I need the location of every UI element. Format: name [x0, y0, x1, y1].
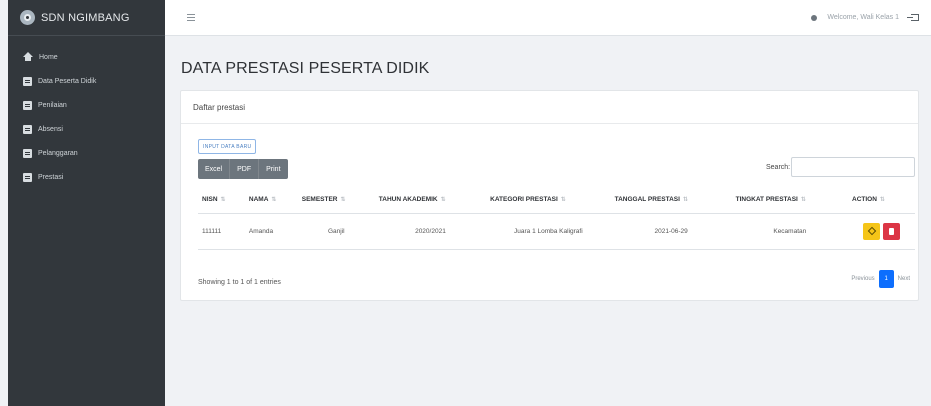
sidebar-item-label: Prestasi	[38, 173, 64, 181]
edit-icon	[867, 226, 876, 236]
logout-icon[interactable]	[907, 14, 919, 21]
export-pdf-button[interactable]: PDF	[230, 159, 260, 179]
pagination: Previous 1 Next	[851, 270, 910, 288]
cell-tingkat-prestasi: Kecamatan	[731, 213, 848, 250]
list-icon	[23, 124, 32, 134]
sidebar-item-label: Home	[39, 53, 58, 61]
search-input[interactable]	[791, 157, 915, 177]
sidebar-item-label: Penilaian	[38, 101, 67, 109]
add-data-button[interactable]: INPUT DATA BARU	[198, 139, 257, 154]
sidebar-nav: Home Data Peserta Didik Penilaian Absens…	[8, 36, 165, 188]
export-excel-button[interactable]: Excel	[198, 159, 231, 179]
table-icon	[23, 148, 32, 158]
brand[interactable]: SDN NGIMBANG	[8, 0, 165, 36]
prestasi-card: Daftar prestasi INPUT DATA BARU Excel PD…	[180, 90, 919, 301]
topbar: Welcome, Wali Kelas 1	[165, 0, 931, 36]
sidebar-item-label: Absensi	[38, 125, 63, 133]
sidebar-item-home[interactable]: Home	[8, 46, 165, 68]
delete-button[interactable]	[883, 222, 900, 240]
pagination-current-page[interactable]: 1	[878, 270, 894, 288]
cell-nisn: 111111	[198, 213, 245, 250]
search-label: Search:	[766, 164, 791, 171]
school-logo-icon	[20, 10, 35, 25]
sidebar-item-absensi[interactable]: Absensi	[8, 118, 165, 140]
cell-action	[848, 213, 915, 250]
sidebar-item-label: Pelanggaran	[38, 149, 78, 157]
column-header-nisn[interactable]: NISN ⇅	[198, 187, 245, 214]
topbar-user-area: Welcome, Wali Kelas 1	[811, 14, 919, 21]
pagination-previous[interactable]: Previous	[851, 276, 874, 282]
list-icon	[23, 172, 32, 182]
sidebar-item-data-peserta-didik[interactable]: Data Peserta Didik	[8, 70, 165, 92]
table-header-row: NISN ⇅ NAMA ⇅ SEMESTER ⇅ TAHUN AKADEMIK ⇅ KA…	[198, 187, 915, 214]
trash-icon	[889, 227, 894, 235]
cell-semester: Ganjil	[297, 213, 375, 250]
sidebar-item-pelanggaran[interactable]: Pelanggaran	[8, 142, 165, 164]
column-header-action[interactable]: ACTION ⇅	[848, 187, 915, 214]
column-header-tanggal-prestasi[interactable]: TANGGAL PRESTASI ⇅	[610, 187, 732, 214]
home-icon	[23, 51, 33, 61]
cell-kategori-prestasi: Juara 1 Lomba Kaligrafi	[486, 213, 611, 250]
sidebar-item-penilaian[interactable]: Penilaian	[8, 94, 165, 116]
table-row: 111111 Amanda Ganjil 2020/2021 Juara 1 L…	[198, 213, 915, 250]
user-icon	[811, 14, 818, 21]
print-button[interactable]: Print	[259, 159, 288, 179]
card-header: Daftar prestasi	[181, 91, 918, 124]
sidebar-item-label: Data Peserta Didik	[38, 77, 97, 85]
cell-nama: Amanda	[244, 213, 298, 250]
list-icon	[23, 76, 32, 86]
cell-tanggal-prestasi: 2021-06-29	[610, 213, 732, 250]
sidebar: SDN NGIMBANG Home Data Peserta Didik Pen…	[8, 0, 165, 406]
pagination-next[interactable]: Next	[898, 276, 910, 282]
column-header-kategori-prestasi[interactable]: KATEGORI PRESTASI ⇅	[486, 187, 611, 214]
welcome-text[interactable]: Welcome, Wali Kelas 1	[827, 14, 899, 21]
prestasi-table: NISN ⇅ NAMA ⇅ SEMESTER ⇅ TAHUN AKADEMIK ⇅ KA…	[198, 187, 915, 250]
edit-button[interactable]	[863, 222, 880, 240]
column-header-nama[interactable]: NAMA ⇅	[244, 187, 298, 214]
column-header-semester[interactable]: SEMESTER ⇅	[297, 187, 375, 214]
list-icon	[23, 100, 32, 110]
menu-toggle-icon[interactable]	[187, 14, 195, 21]
cell-tahun-akademik: 2020/2021	[374, 213, 487, 250]
export-button-group: Excel PDF Print	[198, 159, 288, 179]
page-title: DATA PRESTASI PESERTA DIDIK	[181, 60, 430, 77]
column-header-tingkat-prestasi[interactable]: TINGKAT PRESTASI ⇅	[731, 187, 848, 214]
brand-name: SDN NGIMBANG	[41, 11, 130, 24]
column-header-tahun-akademik[interactable]: TAHUN AKADEMIK ⇅	[374, 187, 487, 214]
sidebar-item-prestasi[interactable]: Prestasi	[8, 166, 165, 188]
table-info: Showing 1 to 1 of 1 entries	[198, 279, 281, 286]
